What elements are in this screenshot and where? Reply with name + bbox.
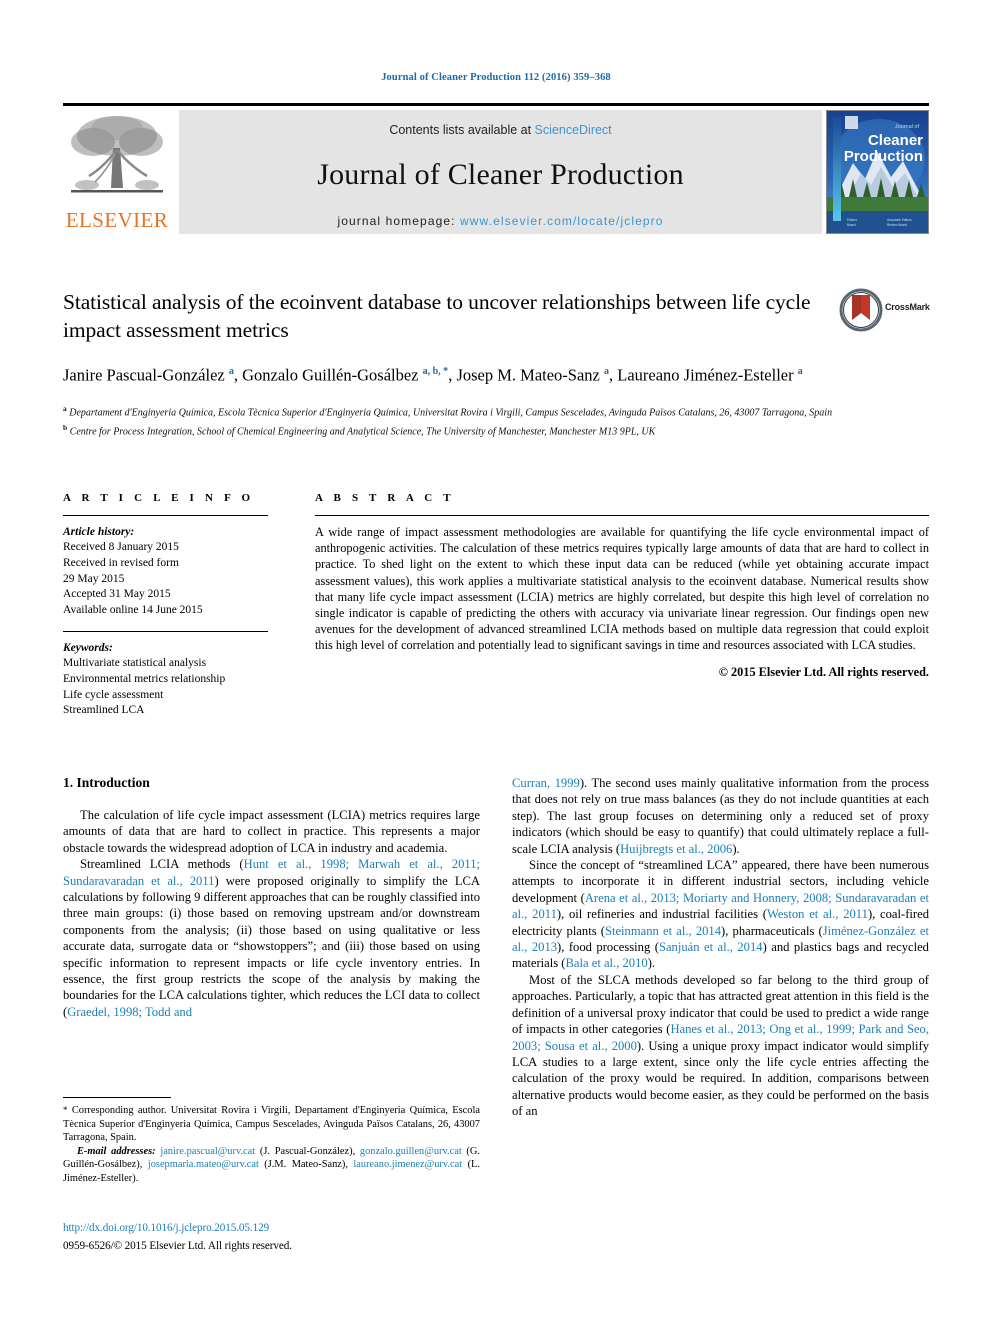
doi-link[interactable]: http://dx.doi.org/10.1016/j.jclepro.2015… (63, 1222, 269, 1234)
keyword-item: Streamlined LCA (63, 704, 145, 717)
affiliation-b-text: Centre for Process Integration, School o… (69, 426, 656, 438)
history-item: Received in revised form (63, 556, 179, 569)
svg-text:Associate Editors: Associate Editors (887, 218, 912, 222)
crossmark-label: CrossMark (885, 302, 930, 312)
journal-masthead: ELSEVIER Contents lists available at Sci… (63, 103, 929, 234)
svg-text:Production: Production (844, 148, 923, 165)
svg-text:Journal of: Journal of (895, 124, 920, 130)
journal-cover-thumbnail: Journal of Cleaner Production Editors As… (826, 110, 929, 234)
abstract-heading: A B S T R A C T (315, 492, 455, 504)
author-list: Janire Pascual-González a, Gonzalo Guill… (63, 365, 803, 385)
affiliations: a Departament d'Enginyeria Química, Esco… (63, 402, 929, 441)
running-head: Journal of Cleaner Production 112 (2016)… (381, 72, 611, 83)
article-info-rule (63, 515, 268, 516)
journal-title: Journal of Cleaner Production (317, 158, 684, 191)
abstract-column: A B S T R A C T A wide range of impact a… (315, 492, 929, 680)
affiliation-b: b Centre for Process Integration, School… (63, 423, 656, 438)
crossmark-icon (839, 288, 883, 332)
affiliation-a: a Departament d'Enginyeria Química, Esco… (63, 403, 833, 418)
title-block: Statistical analysis of the ecoinvent da… (63, 288, 930, 441)
keyword-item: Life cycle assessment (63, 688, 164, 701)
abstract-rule (315, 515, 929, 516)
corresponding-author-note: * Corresponding author. Universitat Rovi… (63, 1105, 480, 1144)
contents-available-line: Contents lists available at ScienceDirec… (179, 110, 822, 137)
article-info-heading: A R T I C L E I N F O (63, 492, 255, 504)
history-item: Accepted 31 May 2015 (63, 588, 171, 601)
section-title-introduction: 1. Introduction (63, 775, 150, 790)
email-addresses-note: E-mail addresses: janire.pascual@urv.cat… (63, 1145, 480, 1184)
journal-homepage-link[interactable]: www.elsevier.com/locate/jclepro (460, 214, 664, 228)
intro-paragraph-3: Since the concept of “streamlined LCA” a… (512, 858, 930, 971)
svg-text:Review Board: Review Board (887, 223, 907, 227)
svg-text:Board: Board (847, 223, 856, 227)
history-item: Available online 14 June 2015 (63, 604, 203, 617)
keywords-label: Keywords: (63, 641, 113, 654)
body-column-left: 1. Introduction The calculation of life … (63, 775, 480, 1020)
issn-copyright-line: 0959-6526/© 2015 Elsevier Ltd. All right… (63, 1240, 292, 1252)
footnote-rule (63, 1097, 171, 1098)
paper-page: Journal of Cleaner Production 112 (2016)… (0, 0, 992, 1323)
svg-text:Editors: Editors (847, 218, 857, 222)
abstract-body: A wide range of impact assessment method… (315, 525, 929, 653)
elsevier-logo: ELSEVIER (63, 110, 171, 234)
homepage-prefix: journal homepage: (337, 214, 461, 228)
abstract-copyright: © 2015 Elsevier Ltd. All rights reserved… (718, 664, 929, 679)
elsevier-wordmark: ELSEVIER (65, 208, 169, 232)
footnote-block: * Corresponding author. Universitat Rovi… (63, 1097, 480, 1186)
svg-text:Cleaner: Cleaner (868, 132, 923, 149)
elsevier-tree-icon (71, 116, 163, 193)
history-item: Received 8 January 2015 (63, 541, 179, 553)
affiliation-a-text: Departament d'Enginyeria Química, Escola… (69, 406, 833, 418)
crossmark-badge[interactable]: CrossMark (839, 288, 930, 332)
page-title: Statistical analysis of the ecoinvent da… (63, 290, 811, 342)
intro-paragraph-1: The calculation of life cycle impact ass… (63, 808, 480, 855)
masthead-center-panel: Contents lists available at ScienceDirec… (179, 110, 822, 234)
journal-homepage-line: journal homepage: www.elsevier.com/locat… (179, 214, 822, 228)
cover-art: Journal of Cleaner Production Editors As… (827, 111, 928, 233)
history-item: 29 May 2015 (63, 572, 125, 585)
article-history-label: Article history: (63, 526, 135, 538)
sciencedirect-link[interactable]: ScienceDirect (535, 123, 612, 137)
intro-paragraph-2-continued: Curran, 1999). The second uses mainly qu… (512, 776, 929, 856)
contents-prefix: Contents lists available at (389, 123, 535, 137)
keyword-item: Multivariate statistical analysis (63, 656, 207, 669)
keyword-item: Environmental metrics relationship (63, 672, 226, 685)
keywords-rule (63, 630, 268, 632)
body-column-right: Curran, 1999). The second uses mainly qu… (512, 775, 929, 1120)
intro-paragraph-2: Streamlined LCIA methods (Hunt et al., 1… (63, 857, 481, 1019)
article-info-column: A R T I C L E I N F O Article history: R… (63, 492, 268, 719)
intro-paragraph-4: Most of the SLCA methods developed so fa… (512, 972, 929, 1119)
